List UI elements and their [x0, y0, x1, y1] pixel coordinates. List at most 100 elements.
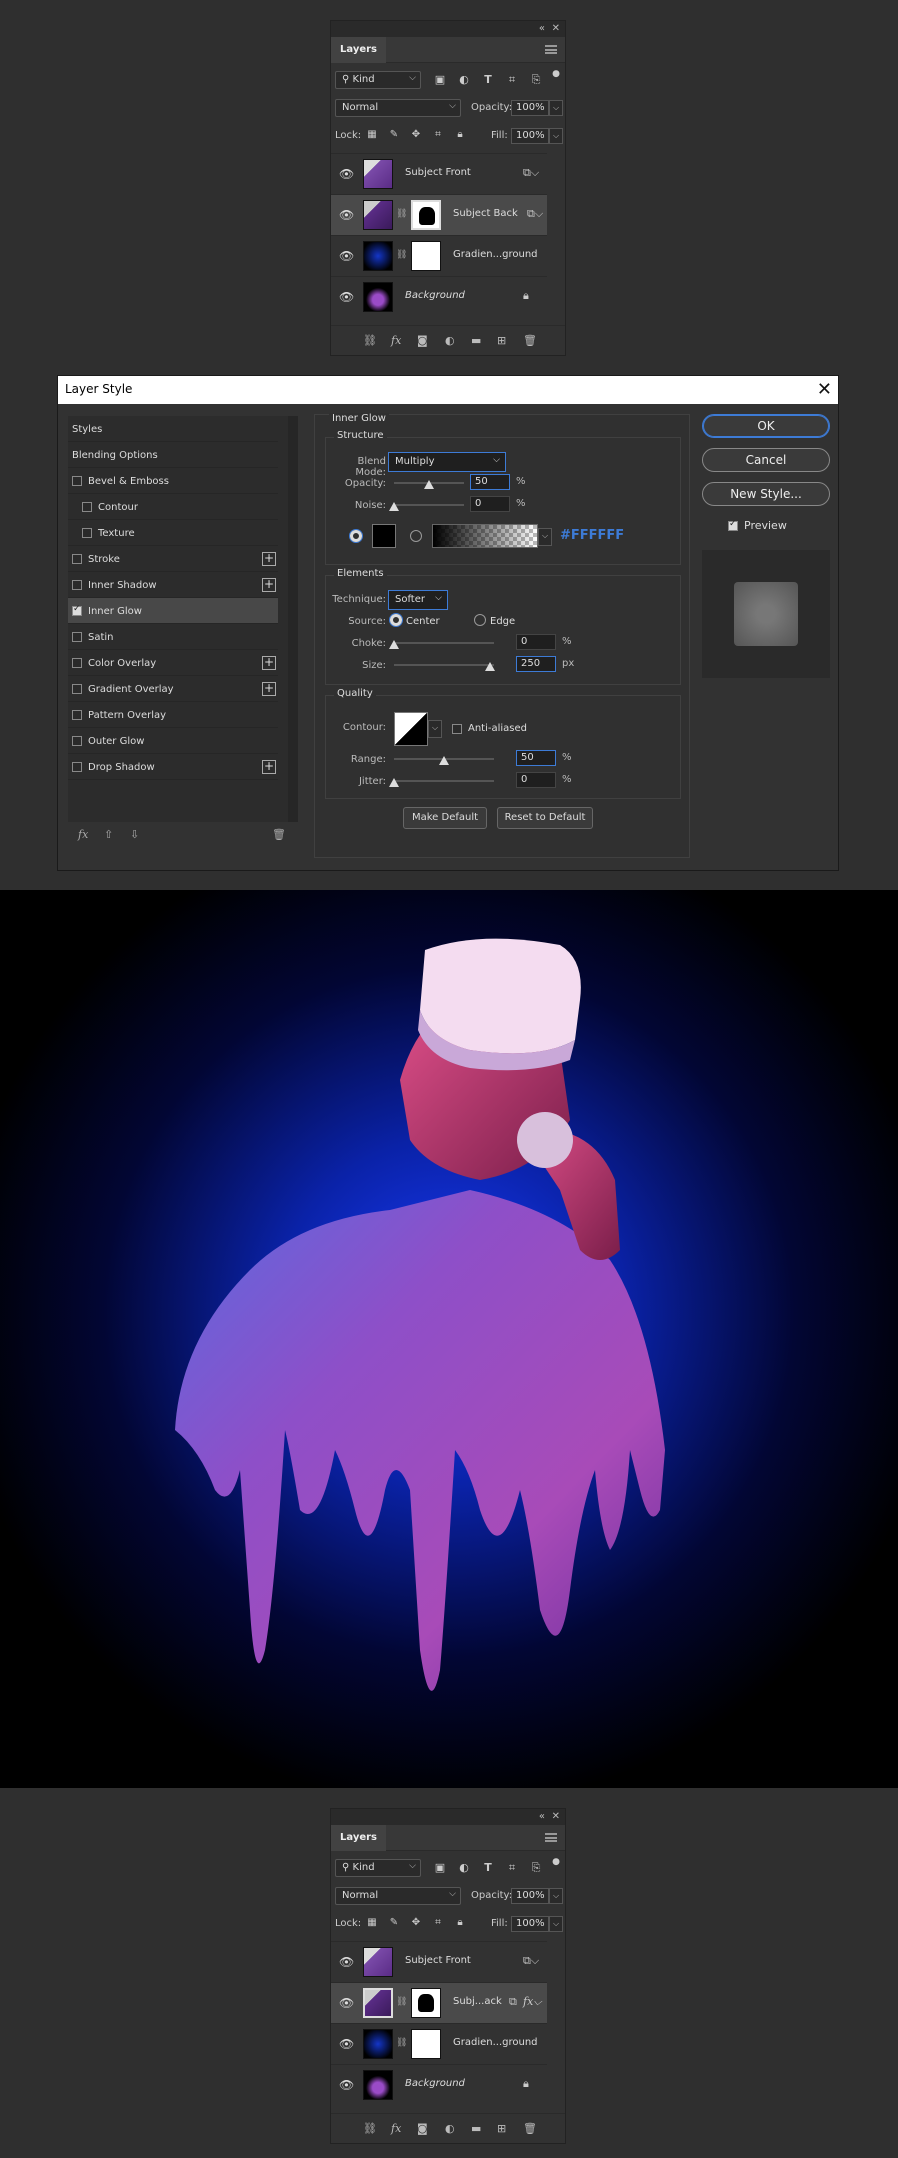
pixel-filter-icon[interactable]: ▣ — [433, 1861, 447, 1875]
fx-icon[interactable]: fx⌵ — [523, 1995, 542, 2009]
move-down-icon[interactable]: ⇩ — [130, 828, 139, 841]
ok-button[interactable]: OK — [702, 414, 830, 438]
layer-row-subject-back[interactable]: 👁︎ ⛓ Subj...ack ⧉ fx⌵ — [331, 1982, 547, 2023]
style-checkbox[interactable] — [72, 604, 82, 616]
opacity-field[interactable]: 100% — [511, 100, 549, 116]
jitter-slider[interactable] — [394, 780, 494, 782]
visibility-eye-icon[interactable]: 👁︎ — [339, 1955, 354, 1969]
opacity-chevron[interactable]: ⌵ — [549, 1888, 563, 1904]
style-checkbox[interactable] — [72, 736, 82, 746]
kind-filter-select[interactable]: ⚲ Kind ⌵ — [335, 1859, 421, 1877]
fill-field[interactable]: 100% — [511, 128, 549, 144]
jitter-field[interactable]: 0 — [516, 772, 556, 788]
lock-all-icon[interactable]: 🔒︎ — [453, 128, 467, 142]
range-slider-knob[interactable] — [439, 756, 449, 765]
add-effect-plus-icon[interactable]: + — [262, 552, 276, 566]
style-checkbox[interactable] — [72, 710, 82, 720]
style-checkbox[interactable] — [82, 502, 92, 512]
gradient-radio[interactable] — [410, 530, 422, 542]
anti-aliased-checkbox[interactable] — [452, 724, 462, 734]
style-item-satin[interactable]: Satin — [68, 624, 278, 650]
layer-row-gradient-background[interactable]: 👁︎ ⛓ Gradien...ground — [331, 235, 547, 276]
tab-layers[interactable]: Layers — [331, 1825, 386, 1851]
technique-select[interactable]: Softer ⌵ — [388, 590, 448, 610]
gradient-chevron[interactable]: ⌵ — [538, 528, 552, 546]
add-mask-icon[interactable]: ◙ — [417, 2122, 428, 2135]
preview-checkbox[interactable] — [728, 519, 738, 531]
fill-chevron[interactable]: ⌵ — [549, 128, 563, 144]
style-checkbox[interactable] — [72, 554, 82, 564]
opacity-field[interactable]: 100% — [511, 1888, 549, 1904]
kind-filter-select[interactable]: ⚲ Kind ⌵ — [335, 71, 421, 89]
shape-filter-icon[interactable]: ⌗ — [505, 1861, 519, 1875]
trash-icon[interactable]: 🗑︎ — [523, 2122, 537, 2135]
folder-icon[interactable]: ▬ — [471, 2122, 481, 2135]
choke-slider-knob[interactable] — [389, 640, 399, 649]
new-layer-icon[interactable]: ⊞ — [497, 2122, 506, 2135]
close-icon[interactable]: ✕ — [552, 23, 560, 34]
layer-row-subject-front[interactable]: 👁︎ Subject Front ⧉⌵ — [331, 153, 547, 194]
blend-mode-select[interactable]: Normal ⌵ — [335, 99, 461, 117]
visibility-eye-icon[interactable]: 👁︎ — [339, 167, 354, 181]
noise-field[interactable]: 0 — [470, 496, 510, 512]
style-checkbox[interactable] — [72, 762, 82, 772]
lock-transparent-icon[interactable]: ▦ — [365, 128, 379, 142]
fx-icon[interactable]: fx — [78, 828, 88, 841]
choke-slider[interactable] — [394, 642, 494, 644]
visibility-eye-icon[interactable]: 👁︎ — [339, 249, 354, 263]
fill-chevron[interactable]: ⌵ — [549, 1916, 563, 1932]
layer-row-background[interactable]: 👁︎ Background 🔒︎ — [331, 276, 547, 317]
adjustment-layer-icon[interactable]: ◐ — [445, 334, 455, 347]
layer-row-gradient-background[interactable]: 👁︎ ⛓ Gradien...ground — [331, 2023, 547, 2064]
noise-slider[interactable] — [394, 504, 464, 506]
style-item-inner-glow[interactable]: Inner Glow — [68, 598, 278, 624]
visibility-eye-icon[interactable]: 👁︎ — [339, 290, 354, 304]
style-item-outer-glow[interactable]: Outer Glow — [68, 728, 278, 754]
style-checkbox[interactable] — [72, 684, 82, 694]
smart-object-filter-icon[interactable]: ⎘ — [529, 73, 543, 87]
add-effect-plus-icon[interactable]: + — [262, 656, 276, 670]
add-effect-plus-icon[interactable]: + — [262, 682, 276, 696]
link-layers-icon[interactable]: ⛓ — [363, 334, 377, 347]
choke-field[interactable]: 0 — [516, 634, 556, 650]
collapse-icon[interactable]: « — [539, 1811, 545, 1822]
style-item-inner-shadow[interactable]: Inner Shadow + — [68, 572, 278, 598]
style-item-bevel-emboss[interactable]: Bevel & Emboss — [68, 468, 278, 494]
contour-chevron[interactable]: ⌵ — [428, 720, 442, 738]
visibility-eye-icon[interactable]: 👁︎ — [339, 2078, 354, 2092]
style-item-drop-shadow[interactable]: Drop Shadow + — [68, 754, 278, 780]
blend-mode-select[interactable]: Multiply ⌵ — [388, 452, 506, 472]
smart-object-filter-icon[interactable]: ⎘ — [529, 1861, 543, 1875]
style-checkbox[interactable] — [72, 476, 82, 486]
style-checkbox[interactable] — [72, 658, 82, 668]
shape-filter-icon[interactable]: ⌗ — [505, 73, 519, 87]
style-item-contour[interactable]: Contour — [68, 494, 278, 520]
source-center-radio[interactable] — [390, 614, 402, 626]
lock-artboard-icon[interactable]: ⌗ — [431, 1916, 445, 1930]
new-style-button[interactable]: New Style... — [702, 482, 830, 506]
close-icon[interactable]: ✕ — [552, 1811, 560, 1822]
opacity-field[interactable]: 50 — [470, 474, 510, 490]
make-default-button[interactable]: Make Default — [403, 807, 487, 829]
visibility-eye-icon[interactable]: 👁︎ — [339, 1996, 354, 2010]
fx-icon[interactable]: fx — [391, 334, 401, 347]
opacity-chevron[interactable]: ⌵ — [549, 100, 563, 116]
lock-transparent-icon[interactable]: ▦ — [365, 1916, 379, 1930]
panel-menu-icon[interactable] — [545, 1833, 557, 1842]
type-filter-icon[interactable]: T — [481, 73, 495, 87]
glow-color-swatch[interactable] — [372, 524, 396, 548]
style-checkbox[interactable] — [72, 580, 82, 590]
link-layers-icon[interactable]: ⛓ — [363, 2122, 377, 2135]
noise-slider-knob[interactable] — [389, 502, 399, 511]
collapse-icon[interactable]: « — [539, 23, 545, 34]
filter-toggle-icon[interactable]: ● — [549, 67, 563, 81]
folder-icon[interactable]: ▬ — [471, 334, 481, 347]
range-field[interactable]: 50 — [516, 750, 556, 766]
size-slider-knob[interactable] — [485, 662, 495, 671]
jitter-slider-knob[interactable] — [389, 778, 399, 787]
style-checkbox[interactable] — [72, 632, 82, 642]
style-item-gradient-overlay[interactable]: Gradient Overlay + — [68, 676, 278, 702]
lock-position-icon[interactable]: ✥ — [409, 1916, 423, 1930]
styles-scrollbar[interactable] — [288, 416, 298, 822]
cancel-button[interactable]: Cancel — [702, 448, 830, 472]
